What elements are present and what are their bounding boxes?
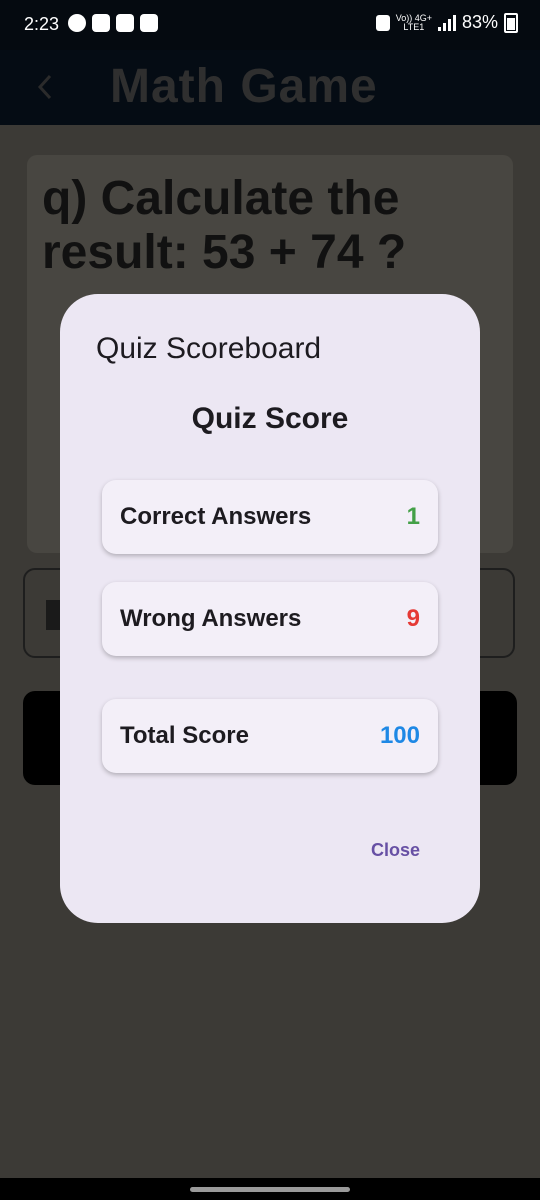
app-title: Math Game: [110, 60, 378, 113]
chevron-left-icon: [37, 74, 52, 100]
wrong-answers-value: 9: [406, 605, 420, 632]
correct-answers-card: Correct Answers 1: [102, 480, 438, 554]
total-score-value: 100: [379, 722, 420, 749]
close-button[interactable]: Close: [371, 840, 420, 861]
whatsapp-icon: [68, 14, 86, 32]
battery-icon: [504, 12, 518, 33]
status-bar: 2:23 Vo)) 4G+ LTE1 83%: [0, 0, 540, 50]
question-text: q) Calculate the result: 53 + 74 ?: [42, 172, 407, 279]
battery-percent: 83%: [461, 12, 498, 32]
status-time: 2:23: [24, 14, 60, 34]
home-gesture-handle[interactable]: [190, 1187, 350, 1192]
checkbox-icon: [116, 14, 134, 32]
status-right: Vo)) 4G+ LTE1 83%: [375, 12, 518, 33]
dialog-title: Quiz Scoreboard: [96, 332, 322, 365]
navigation-bar: [0, 1178, 540, 1200]
app-bar: Math Game: [0, 50, 540, 125]
wrong-answers-label: Wrong Answers: [120, 605, 302, 632]
back-button[interactable]: [30, 68, 60, 106]
score-heading: Quiz Score: [191, 402, 349, 435]
total-score-label: Total Score: [120, 722, 249, 749]
alarm-icon: [375, 14, 390, 31]
scoreboard-dialog: Quiz Scoreboard Quiz Score Correct Answe…: [60, 294, 480, 923]
total-score-card: Total Score 100: [102, 699, 438, 773]
network-lte: LTE1: [403, 21, 425, 32]
correct-answers-value: 1: [406, 503, 420, 530]
wrong-answers-card: Wrong Answers 9: [102, 582, 438, 656]
correct-answers-label: Correct Answers: [120, 503, 312, 530]
network-indicator: Vo)) 4G+ LTE1: [396, 13, 432, 32]
youtube-icon: [92, 14, 110, 32]
gallery-icon: [140, 14, 158, 32]
notification-icons: [68, 14, 158, 32]
signal-icon: [437, 14, 456, 31]
